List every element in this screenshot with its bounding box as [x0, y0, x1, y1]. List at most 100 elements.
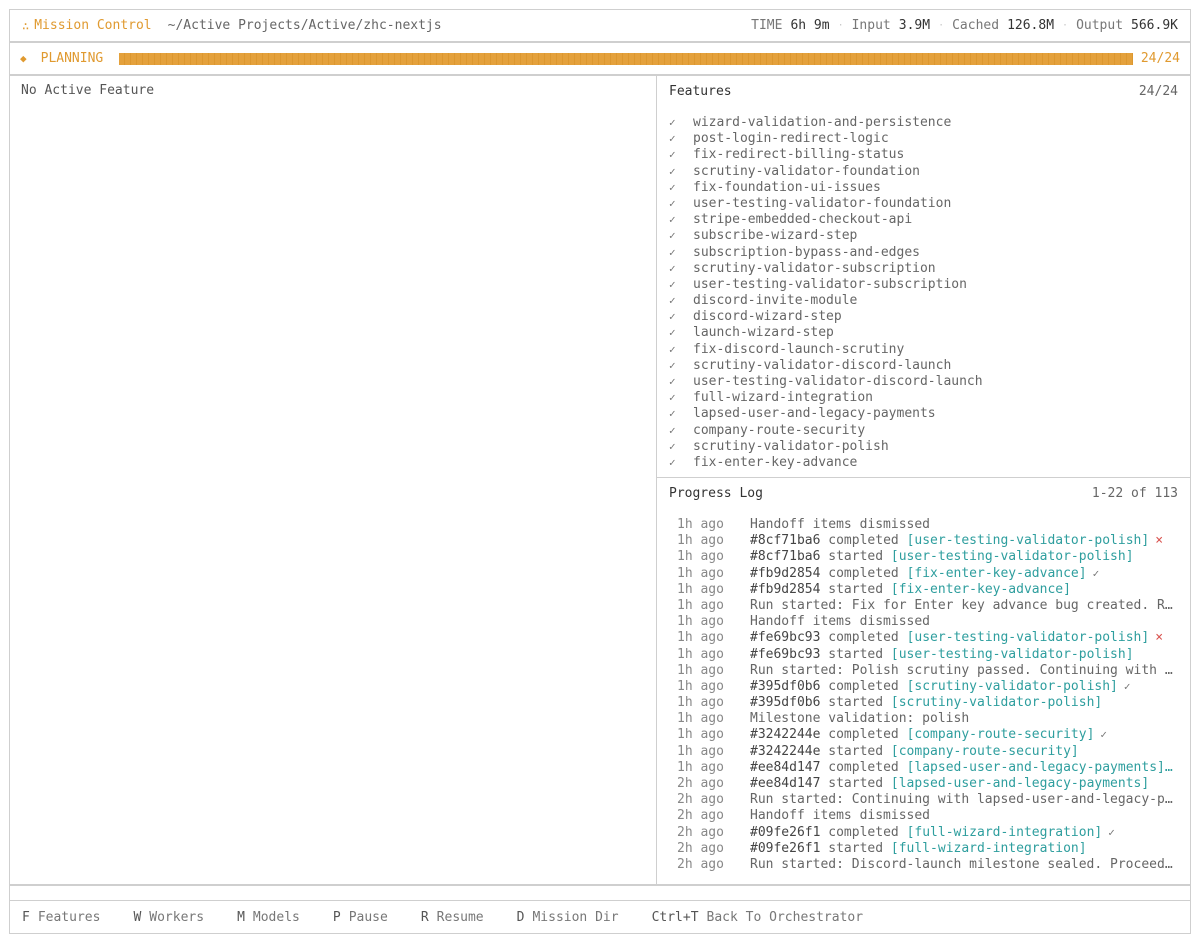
check-icon: ✓ [1123, 679, 1131, 693]
feature-item[interactable]: ✓ fix-foundation-ui-issues [669, 180, 1178, 196]
feature-item[interactable]: ✓ subscription-bypass-and-edges [669, 245, 1178, 261]
log-time: 1h ago [677, 614, 724, 630]
log-feature-ref[interactable]: [company-route-security] [907, 727, 1095, 742]
check-icon: ✓ [669, 132, 676, 146]
feature-item[interactable]: ✓ scrutiny-validator-polish [669, 439, 1178, 455]
log-entry: 1h ago Milestone validation: polish [669, 711, 1178, 727]
check-icon: ✓ [669, 245, 676, 259]
log-time: 1h ago [677, 597, 724, 613]
log-feature-ref[interactable]: [user-testing-validator-polish] [891, 549, 1134, 564]
separator-dot: · [1062, 20, 1069, 31]
log-action: completed [828, 824, 899, 840]
check-icon: ✓ [669, 342, 676, 356]
shortcut-key: D [516, 909, 525, 925]
log-time: 1h ago [677, 581, 724, 597]
log-entry: 1h ago #fb9d2854 completed [fix-enter-key… [669, 566, 1178, 582]
feature-name: user-testing-validator-foundation [693, 195, 952, 211]
feature-name: fix-redirect-billing-status [693, 147, 905, 163]
log-time: 2h ago [677, 824, 724, 840]
log-message: #09fe26f1 started [full-wizard-integrati… [750, 841, 1178, 857]
x-icon: × [1155, 533, 1164, 549]
shortcut-label: Models [252, 909, 300, 925]
shortcut-mission-dir[interactable]: D Mission Dir [517, 910, 619, 925]
log-feature-ref[interactable]: [fix-enter-key-advance] [907, 566, 1087, 581]
progress-log-panel[interactable]: Progress Log 1-22 of 113 1h ago Handoff i… [656, 477, 1191, 885]
log-time: 1h ago [677, 565, 724, 581]
progress-bar [119, 52, 1133, 65]
log-feature-ref[interactable]: [user-testing-validator-polish] [907, 533, 1150, 548]
shortcut-pause[interactable]: P Pause [333, 910, 388, 925]
feature-item[interactable]: ✓ full-wizard-integration [669, 390, 1178, 406]
feature-name: subscription-bypass-and-edges [693, 244, 920, 260]
feature-item[interactable]: ✓ discord-invite-module [669, 293, 1178, 309]
feature-item[interactable]: ✓ fix-enter-key-advance [669, 455, 1178, 471]
log-action: started [828, 646, 884, 662]
feature-item[interactable]: ✓ fix-discord-launch-scrutiny [669, 342, 1178, 358]
log-action: started [828, 581, 884, 597]
shortcut-key: Ctrl+T [651, 909, 699, 925]
check-icon: ✓ [669, 148, 676, 162]
feature-item[interactable]: ✓ launch-wizard-step [669, 325, 1178, 341]
log-feature-ref[interactable]: [lapsed-user-and-legacy-payments]… [907, 760, 1173, 775]
shortcut-resume[interactable]: R Resume [421, 910, 484, 925]
log-time: 2h ago [677, 808, 724, 824]
time-value: 6h 9m [790, 18, 830, 33]
log-action: completed [828, 727, 899, 743]
log-feature-ref[interactable]: [scrutiny-validator-polish] [891, 695, 1102, 710]
log-feature-ref[interactable]: [company-route-security] [891, 744, 1079, 759]
feature-item[interactable]: ✓ scrutiny-validator-subscription [669, 261, 1178, 277]
log-time: 1h ago [677, 533, 724, 549]
input-label: Input [851, 18, 891, 33]
feature-item[interactable]: ✓ company-route-security [669, 423, 1178, 439]
feature-name: full-wizard-integration [693, 390, 874, 406]
log-feature-ref[interactable]: [user-testing-validator-polish] [907, 630, 1150, 645]
log-hash: #3242244e [750, 743, 821, 759]
log-feature-ref[interactable]: [full-wizard-integration] [907, 825, 1103, 840]
shortcut-label: Resume [436, 909, 484, 925]
log-message: Handoff items dismissed [750, 517, 931, 532]
shortcut-key: P [332, 909, 341, 925]
log-action: completed [828, 533, 899, 549]
cached-value: 126.8M [1007, 18, 1055, 33]
output-label: Output [1076, 18, 1124, 33]
feature-item[interactable]: ✓ wizard-validation-and-persistence [669, 115, 1178, 131]
feature-item[interactable]: ✓ stripe-embedded-checkout-api [669, 212, 1178, 228]
log-message: Handoff items dismissed [750, 614, 931, 630]
log-entry: 1h ago #fb9d2854 started [fix-enter-key-a… [669, 582, 1178, 598]
log-feature-ref[interactable]: [full-wizard-integration] [891, 841, 1087, 856]
status-line [9, 885, 1191, 901]
check-icon: ✓ [669, 391, 676, 405]
shortcut-models[interactable]: M Models [237, 910, 300, 925]
feature-item[interactable]: ✓ user-testing-validator-discord-launch [669, 374, 1178, 390]
log-entry: 1h ago #3242244e started [company-route-s… [669, 744, 1178, 760]
shortcut-back-to-orchestrator[interactable]: Ctrl+T Back To Orchestrator [652, 910, 864, 925]
log-hash: #09fe26f1 [750, 840, 821, 856]
feature-item[interactable]: ✓ subscribe-wizard-step [669, 228, 1178, 244]
feature-item[interactable]: ✓ user-testing-validator-subscription [669, 277, 1178, 293]
log-hash: #fb9d2854 [750, 565, 821, 581]
feature-item[interactable]: ✓ scrutiny-validator-foundation [669, 164, 1178, 180]
progress-log-list: 1h ago Handoff items dismissed 1h ago #8cf7… [669, 517, 1178, 873]
check-icon: ✓ [1100, 728, 1108, 742]
log-feature-ref[interactable]: [fix-enter-key-advance] [891, 582, 1071, 597]
feature-name: scrutiny-validator-discord-launch [693, 357, 952, 373]
feature-name: scrutiny-validator-polish [693, 438, 889, 454]
feature-item[interactable]: ✓ fix-redirect-billing-status [669, 147, 1178, 163]
log-feature-ref[interactable]: [user-testing-validator-polish] [891, 647, 1134, 662]
shortcut-workers[interactable]: W Workers [133, 910, 204, 925]
features-panel[interactable]: Features 24/24 ✓ wizard-validation-and-pe… [656, 75, 1191, 478]
log-message: Run started: Continuing with lapsed-user… [750, 792, 1173, 808]
log-feature-ref[interactable]: [lapsed-user-and-legacy-payments] [891, 776, 1149, 791]
log-feature-ref[interactable]: [scrutiny-validator-polish] [907, 679, 1118, 694]
feature-name: stripe-embedded-checkout-api [693, 212, 913, 228]
feature-item[interactable]: ✓ user-testing-validator-foundation [669, 196, 1178, 212]
log-entry: 1h ago #fe69bc93 completed [user-testing-… [669, 630, 1178, 646]
feature-item[interactable]: ✓ scrutiny-validator-discord-launch [669, 358, 1178, 374]
shortcut-features[interactable]: F Features [22, 910, 100, 925]
log-entry: 1h ago Run started: Polish scrutiny passe… [669, 663, 1178, 679]
feature-item[interactable]: ✓ discord-wizard-step [669, 309, 1178, 325]
feature-item[interactable]: ✓ lapsed-user-and-legacy-payments [669, 406, 1178, 422]
log-entry: 1h ago Handoff items dismissed [669, 517, 1178, 533]
feature-name: lapsed-user-and-legacy-payments [693, 406, 936, 422]
feature-item[interactable]: ✓ post-login-redirect-logic [669, 131, 1178, 147]
